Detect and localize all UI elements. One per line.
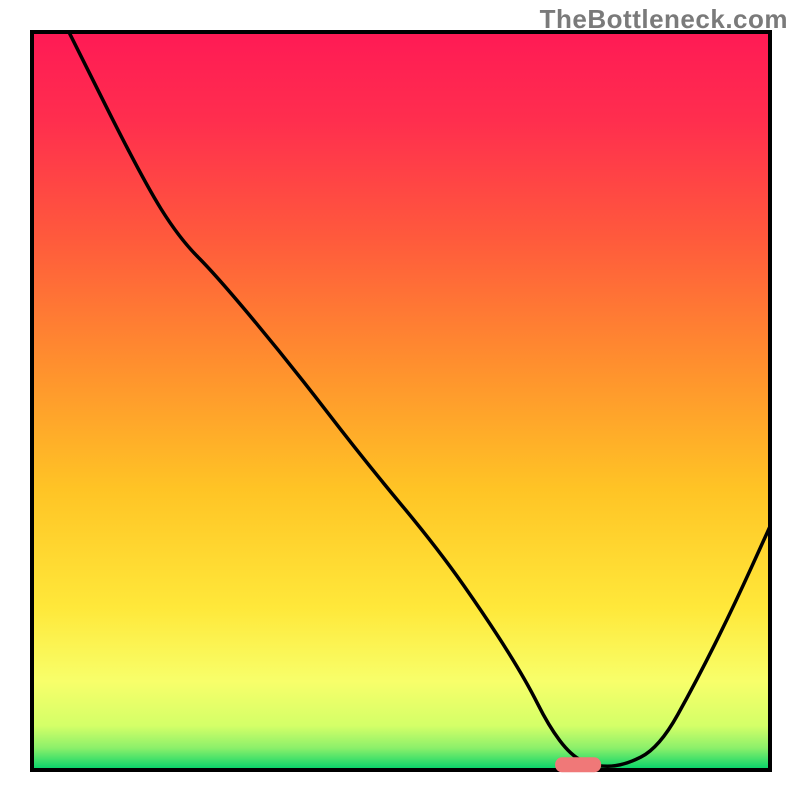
chart-frame: TheBottleneck.com <box>0 0 800 800</box>
chart-svg <box>0 0 800 800</box>
nadir-marker <box>555 757 601 772</box>
plot-background <box>32 32 770 770</box>
